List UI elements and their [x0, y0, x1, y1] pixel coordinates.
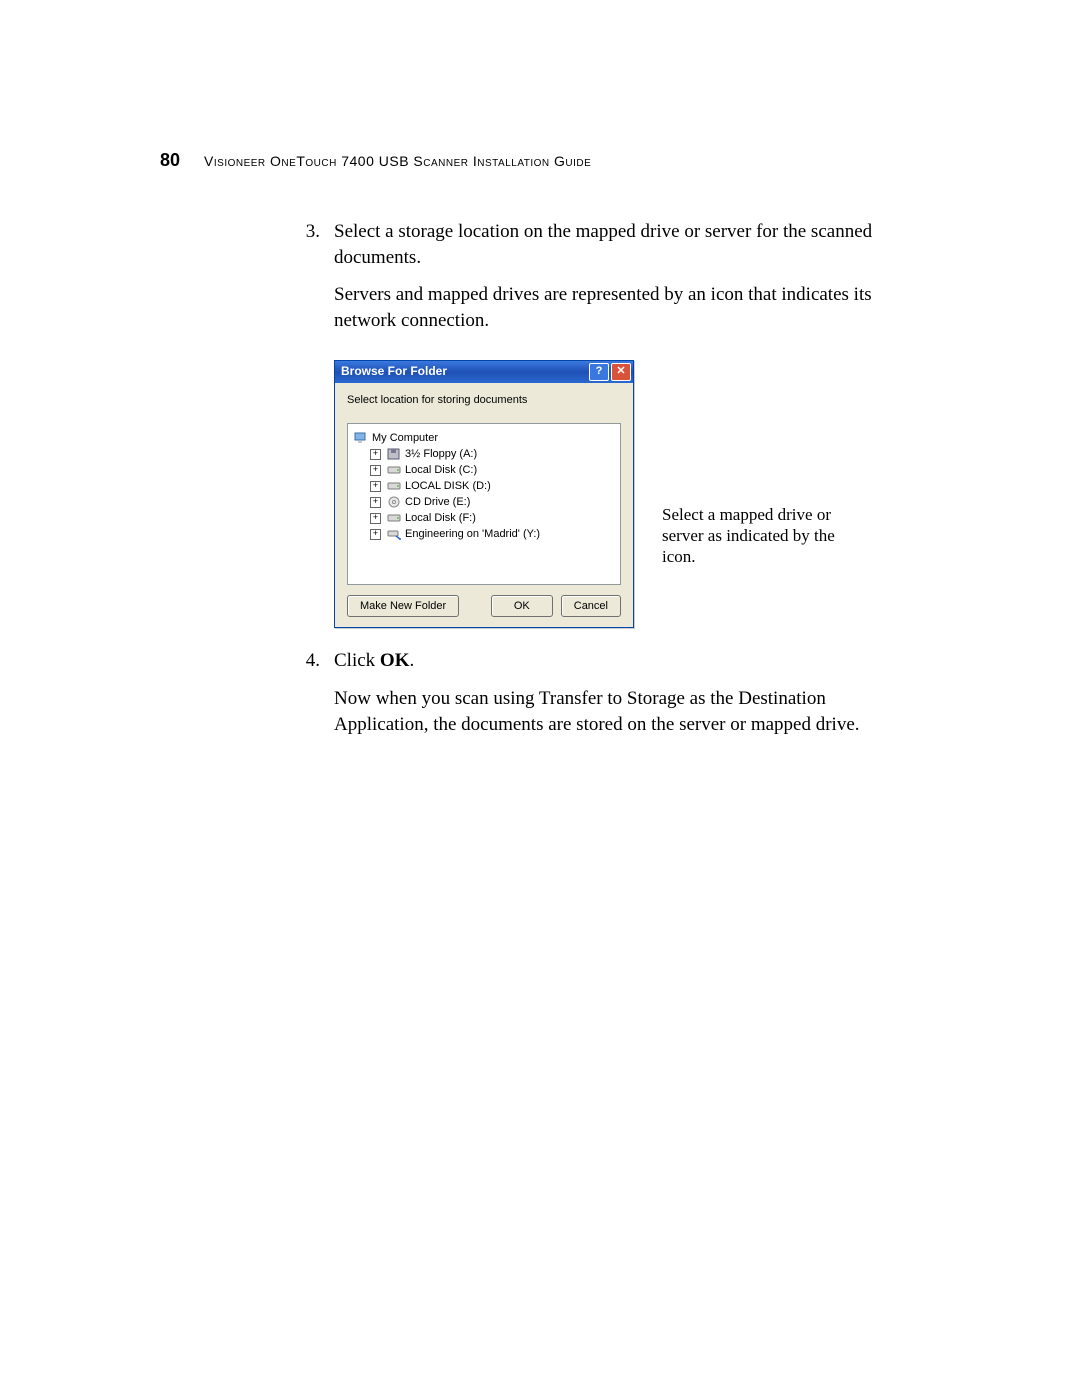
tree-node-c[interactable]: + Local Disk (C:) — [368, 462, 616, 478]
step4-p2: Now when you scan using Transfer to Stor… — [334, 686, 894, 737]
header-title: Visioneer OneTouch 7400 USB Scanner Inst… — [204, 153, 591, 169]
dialog-title: Browse For Folder — [341, 363, 447, 379]
tree-node-e[interactable]: + CD Drive (E:) — [368, 494, 616, 510]
tree-label: Local Disk (C:) — [405, 463, 477, 478]
help-button[interactable]: ? — [589, 363, 609, 381]
titlebar-buttons: ? ✕ — [589, 363, 631, 381]
figure-row: Browse For Folder ? ✕ Select location fo… — [334, 360, 920, 629]
make-new-folder-button[interactable]: Make New Folder — [347, 595, 459, 617]
step3-p1: Select a storage location on the mapped … — [334, 219, 894, 270]
expand-icon[interactable]: + — [370, 449, 381, 460]
tree-node-floppy[interactable]: + 3½ Floppy (A:) — [368, 446, 616, 462]
cancel-button[interactable]: Cancel — [561, 595, 621, 617]
expand-icon[interactable]: + — [370, 529, 381, 540]
step-number: 3. — [300, 219, 320, 346]
tree-node-d[interactable]: + LOCAL DISK (D:) — [368, 478, 616, 494]
step-3: 3. Select a storage location on the mapp… — [300, 219, 920, 346]
network-drive-icon — [387, 528, 401, 540]
tree-label: LOCAL DISK (D:) — [405, 479, 491, 494]
tree-label: Local Disk (F:) — [405, 511, 476, 526]
expand-icon[interactable]: + — [370, 481, 381, 492]
step4-bold: OK — [380, 650, 410, 671]
dialog-instruction: Select location for storing documents — [347, 393, 621, 408]
page: 80 Visioneer OneTouch 7400 USB Scanner I… — [0, 0, 1080, 1397]
tree-label: CD Drive (E:) — [405, 495, 470, 510]
tree-label: Engineering on 'Madrid' (Y:) — [405, 527, 540, 542]
expand-icon[interactable]: + — [370, 497, 381, 508]
tree-node-f[interactable]: + Local Disk (F:) — [368, 510, 616, 526]
browse-for-folder-dialog: Browse For Folder ? ✕ Select location fo… — [334, 360, 634, 629]
step4-lead: Click — [334, 650, 380, 671]
close-button[interactable]: ✕ — [611, 363, 631, 381]
computer-icon — [354, 432, 368, 444]
content: 3. Select a storage location on the mapp… — [300, 219, 920, 749]
folder-tree[interactable]: My Computer + — [347, 423, 621, 585]
dialog-titlebar[interactable]: Browse For Folder ? ✕ — [335, 361, 633, 383]
step4-period: . — [409, 650, 414, 671]
tree-node-network-y[interactable]: + Engineering on 'Madrid' (Y:) — [368, 526, 616, 542]
step-number: 4. — [300, 648, 320, 749]
step-body: Select a storage location on the mapped … — [334, 219, 894, 346]
page-header: 80 Visioneer OneTouch 7400 USB Scanner I… — [160, 150, 920, 171]
expand-icon[interactable]: + — [370, 465, 381, 476]
hdd-icon — [387, 480, 401, 492]
page-number: 80 — [160, 150, 180, 171]
step3-p2: Servers and mapped drives are represente… — [334, 282, 894, 333]
dialog-button-row: Make New Folder OK Cancel — [347, 585, 621, 617]
tree-label: My Computer — [372, 431, 438, 446]
cd-icon — [387, 496, 401, 508]
step4-p1: Click OK. — [334, 648, 894, 674]
dialog-body: Select location for storing documents My… — [335, 383, 633, 628]
expand-icon[interactable]: + — [370, 513, 381, 524]
floppy-icon — [387, 448, 401, 460]
tree-node-my-computer[interactable]: My Computer — [352, 430, 616, 446]
hdd-icon — [387, 464, 401, 476]
tree-label: 3½ Floppy (A:) — [405, 447, 477, 462]
step-body: Click OK. Now when you scan using Transf… — [334, 648, 894, 749]
ok-button[interactable]: OK — [491, 595, 553, 617]
close-icon: ✕ — [616, 364, 625, 379]
step-4: 4. Click OK. Now when you scan using Tra… — [300, 648, 920, 749]
hdd-icon — [387, 512, 401, 524]
help-icon: ? — [596, 364, 603, 379]
figure-annotation: Select a mapped drive or server as indic… — [662, 504, 852, 568]
